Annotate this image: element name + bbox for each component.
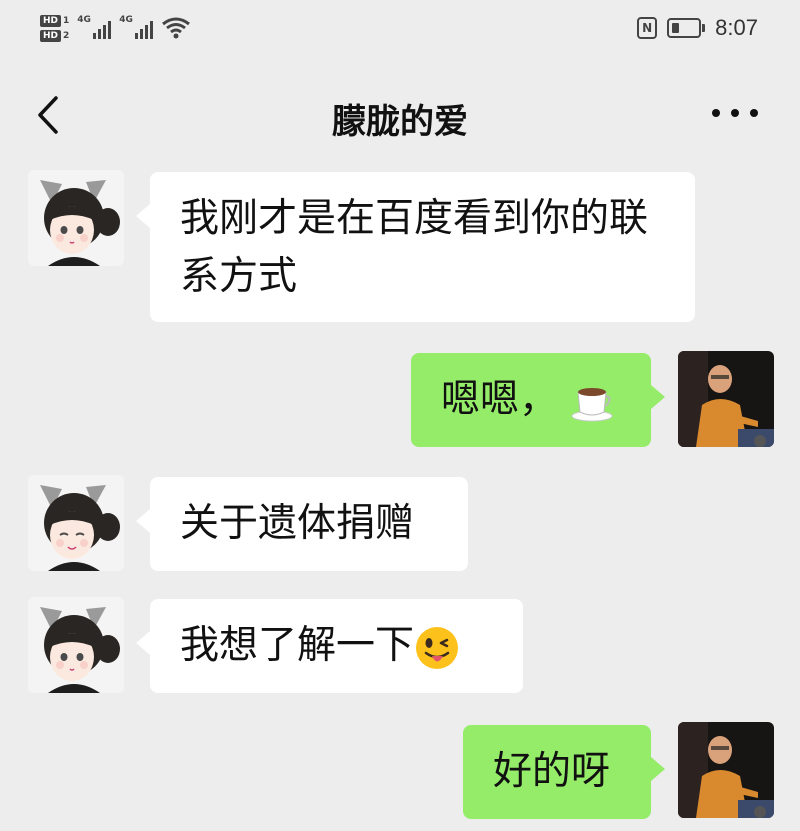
- hd-indicators: HD 1 HD 2: [40, 14, 70, 42]
- hd1-number: 1: [63, 15, 70, 26]
- battery-icon: [667, 18, 706, 38]
- message-bubble-received[interactable]: 关于遗体捐赠: [136, 477, 468, 571]
- status-time: 8:07: [715, 15, 758, 40]
- network-type-1: 4G: [77, 15, 91, 25]
- nfc-icon: N: [637, 17, 658, 39]
- message-text: 我想了解一下: [180, 623, 415, 668]
- message-text: 我刚才是在百度看到你的联系方式: [180, 196, 649, 299]
- chat-title: 朦胧的爱: [332, 102, 468, 142]
- hd1-indicator: HD 1: [40, 14, 70, 27]
- contact-avatar[interactable]: [28, 597, 124, 693]
- coffee-cup-icon: [571, 387, 613, 421]
- status-bar: HD 1 HD 2 4G 4G N 8:07: [0, 0, 800, 56]
- network-type-2: 4G: [119, 15, 133, 25]
- user-avatar[interactable]: [678, 351, 774, 447]
- message-bubble-received[interactable]: 我想了解一下: [136, 599, 523, 693]
- contact-avatar[interactable]: [28, 170, 124, 266]
- hd2-number: 2: [63, 30, 70, 41]
- more-icon[interactable]: [712, 98, 758, 128]
- message-bubble-received[interactable]: 我刚才是在百度看到你的联系方式: [136, 172, 695, 322]
- message-text: 关于遗体捐赠: [180, 501, 415, 546]
- user-avatar[interactable]: [678, 722, 774, 818]
- hd2-indicator: HD 2: [40, 29, 70, 42]
- message-text: 好的呀: [493, 749, 611, 794]
- message-text: 嗯嗯，: [441, 377, 559, 422]
- status-left: HD 1 HD 2 4G 4G: [40, 8, 191, 48]
- wifi-icon: [162, 17, 191, 39]
- chat-header: 朦胧的爱: [0, 68, 800, 158]
- signal-2-icon: 4G: [119, 15, 154, 41]
- hd1-label: HD: [40, 14, 62, 27]
- winking-tongue-face-icon: [416, 626, 459, 669]
- hd2-label: HD: [40, 29, 62, 42]
- message-bubble-sent[interactable]: 嗯嗯，: [411, 353, 665, 447]
- status-right: N 8:07: [637, 14, 758, 42]
- contact-avatar[interactable]: [28, 475, 124, 571]
- message-bubble-sent[interactable]: 好的呀: [463, 725, 665, 819]
- signal-1-icon: 4G: [77, 15, 112, 41]
